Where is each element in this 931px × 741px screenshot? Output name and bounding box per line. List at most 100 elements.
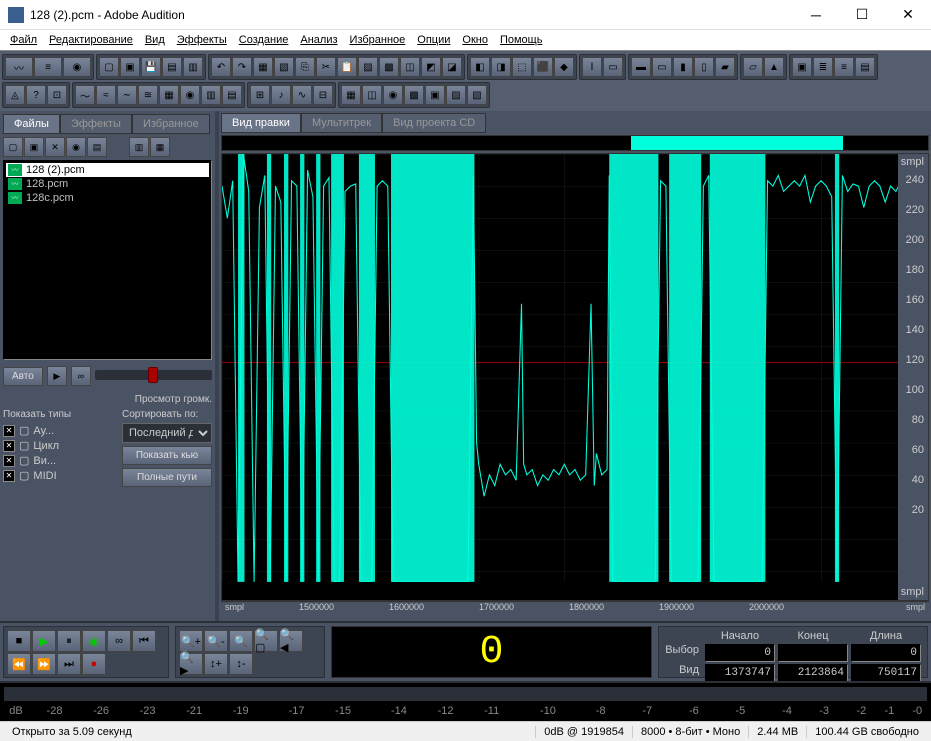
overview-bar[interactable] (221, 135, 929, 151)
go-end-btn[interactable]: ⏭ (57, 653, 81, 675)
edit-view-btn[interactable]: 〰 (5, 57, 33, 77)
copy-btn[interactable]: ⎘ (295, 57, 315, 77)
tab-files[interactable]: Файлы (3, 114, 60, 134)
zoom-v-out-btn[interactable]: ↕- (229, 653, 253, 675)
view-tab-multi[interactable]: Мультитрек (301, 113, 382, 133)
tool2-1[interactable]: ◬ (5, 85, 25, 105)
tool2-10[interactable]: ▥ (201, 85, 221, 105)
file-open-btn[interactable]: ▣ (24, 137, 44, 157)
view-end[interactable]: 2123864 (778, 664, 848, 682)
slider-thumb-icon[interactable] (148, 367, 158, 383)
type-loop[interactable]: ✕▢Цикл (3, 438, 116, 453)
tool-btn-13[interactable]: ⬛ (533, 57, 553, 77)
cut-btn[interactable]: ✂ (316, 57, 336, 77)
record-btn[interactable]: ● (82, 653, 106, 675)
menu-favorites[interactable]: Избранное (344, 32, 412, 48)
play-btn[interactable]: ▶ (32, 630, 56, 652)
tool-btn-2[interactable]: ▥ (183, 57, 203, 77)
zoom-full-btn[interactable]: 🔍 (229, 630, 253, 652)
type-midi[interactable]: ✕▢MIDI (3, 468, 116, 483)
tool-btn-15[interactable]: ▭ (603, 57, 623, 77)
minimize-button[interactable]: ─ (793, 0, 839, 30)
tool2-8[interactable]: ▦ (159, 85, 179, 105)
zoom-sel-btn[interactable]: 🔍▢ (254, 630, 278, 652)
menu-edit[interactable]: Редактирование (43, 32, 139, 48)
time-display[interactable]: 0 (331, 626, 652, 678)
tool2-3[interactable]: ⊡ (47, 85, 67, 105)
play-sel-btn[interactable]: ◉ (82, 630, 106, 652)
tool2-20[interactable]: ▣ (425, 85, 445, 105)
tool2-9[interactable]: ◉ (180, 85, 200, 105)
file-edit-btn[interactable]: ▤ (87, 137, 107, 157)
tool-btn-24[interactable]: ≣ (813, 57, 833, 77)
tool2-5[interactable]: ≈ (96, 85, 116, 105)
tool-btn-5[interactable]: ▨ (358, 57, 378, 77)
file-close-btn[interactable]: ✕ (45, 137, 65, 157)
tool-btn-20[interactable]: ▰ (715, 57, 735, 77)
tool-btn-1[interactable]: ▤ (162, 57, 182, 77)
stop-btn[interactable]: ■ (7, 630, 31, 652)
auto-btn[interactable]: Авто (3, 367, 43, 386)
menu-help[interactable]: Помощь (494, 32, 549, 48)
forward-btn[interactable]: ⏩ (32, 653, 56, 675)
file-item[interactable]: 〰 128 (2).pcm (6, 163, 209, 177)
tool-btn-8[interactable]: ◩ (421, 57, 441, 77)
tool-btn-18[interactable]: ▮ (673, 57, 693, 77)
file-import-btn[interactable]: ▢ (3, 137, 23, 157)
tool2-19[interactable]: ▩ (404, 85, 424, 105)
tool2-2[interactable]: ? (26, 85, 46, 105)
view-tab-cd[interactable]: Вид проекта CD (382, 113, 486, 133)
menu-file[interactable]: Файл (4, 32, 43, 48)
tool2-22[interactable]: ▧ (467, 85, 487, 105)
menu-options[interactable]: Опции (411, 32, 456, 48)
tool-btn-19[interactable]: ▯ (694, 57, 714, 77)
close-button[interactable]: ✕ (885, 0, 931, 30)
redo-btn[interactable]: ↷ (232, 57, 252, 77)
tool2-12[interactable]: ⊞ (250, 85, 270, 105)
file-opt1-btn[interactable]: ▥ (129, 137, 149, 157)
level-meter[interactable]: dB -28 -26 -23 -21 -19 -17 -15 -14 -12 -… (0, 681, 931, 721)
view-length[interactable]: 750117 (851, 664, 921, 682)
multitrack-btn[interactable]: ≡ (34, 57, 62, 77)
menu-window[interactable]: Окно (456, 32, 494, 48)
tool-btn-6[interactable]: ▩ (379, 57, 399, 77)
tool-btn-9[interactable]: ◪ (442, 57, 462, 77)
maximize-button[interactable]: ☐ (839, 0, 885, 30)
tool2-15[interactable]: ⊟ (313, 85, 333, 105)
pause-btn[interactable]: ⏸ (57, 630, 81, 652)
tool2-4[interactable]: 〜 (75, 85, 95, 105)
zoom-out-btn[interactable]: 🔍- (204, 630, 228, 652)
tool-btn-17[interactable]: ▭ (652, 57, 672, 77)
view-start[interactable]: 1373747 (705, 664, 775, 682)
loop-btn[interactable]: ∞ (107, 630, 131, 652)
new-btn[interactable]: ▢ (99, 57, 119, 77)
tool-btn-14[interactable]: ◆ (554, 57, 574, 77)
waveform-display[interactable]: smpl 240 220 200 180 160 140 120 100 80 … (221, 153, 929, 601)
tab-favorites[interactable]: Избранное (132, 114, 210, 134)
sel-start[interactable]: 0 (705, 644, 775, 662)
file-insert-btn[interactable]: ◉ (66, 137, 86, 157)
tool-btn-7[interactable]: ◫ (400, 57, 420, 77)
menu-generate[interactable]: Создание (233, 32, 295, 48)
cursor-btn[interactable]: Ⅰ (582, 57, 602, 77)
tool-btn-25[interactable]: ≡ (834, 57, 854, 77)
full-paths-btn[interactable]: Полные пути (122, 468, 212, 487)
open-btn[interactable]: ▣ (120, 57, 140, 77)
menu-effects[interactable]: Эффекты (171, 32, 233, 48)
tool-btn-23[interactable]: ▣ (792, 57, 812, 77)
tool2-16[interactable]: ▦ (341, 85, 361, 105)
tool-btn-22[interactable]: ▲ (764, 57, 784, 77)
show-queue-btn[interactable]: Показать кью (122, 446, 212, 465)
tab-effects[interactable]: Эффекты (60, 114, 132, 134)
undo-btn[interactable]: ↶ (211, 57, 231, 77)
cd-view-btn[interactable]: ◉ (63, 57, 91, 77)
zoom-v-in-btn[interactable]: ↕+ (204, 653, 228, 675)
rewind-btn[interactable]: ⏪ (7, 653, 31, 675)
tool2-7[interactable]: ≋ (138, 85, 158, 105)
sel-end[interactable] (778, 644, 848, 662)
menu-analyze[interactable]: Анализ (294, 32, 343, 48)
zoom-in-btn[interactable]: 🔍+ (179, 630, 203, 652)
tool2-11[interactable]: ▤ (222, 85, 242, 105)
zoom-right-btn[interactable]: 🔍▶ (179, 653, 203, 675)
file-item[interactable]: 〰 128.pcm (6, 177, 209, 191)
